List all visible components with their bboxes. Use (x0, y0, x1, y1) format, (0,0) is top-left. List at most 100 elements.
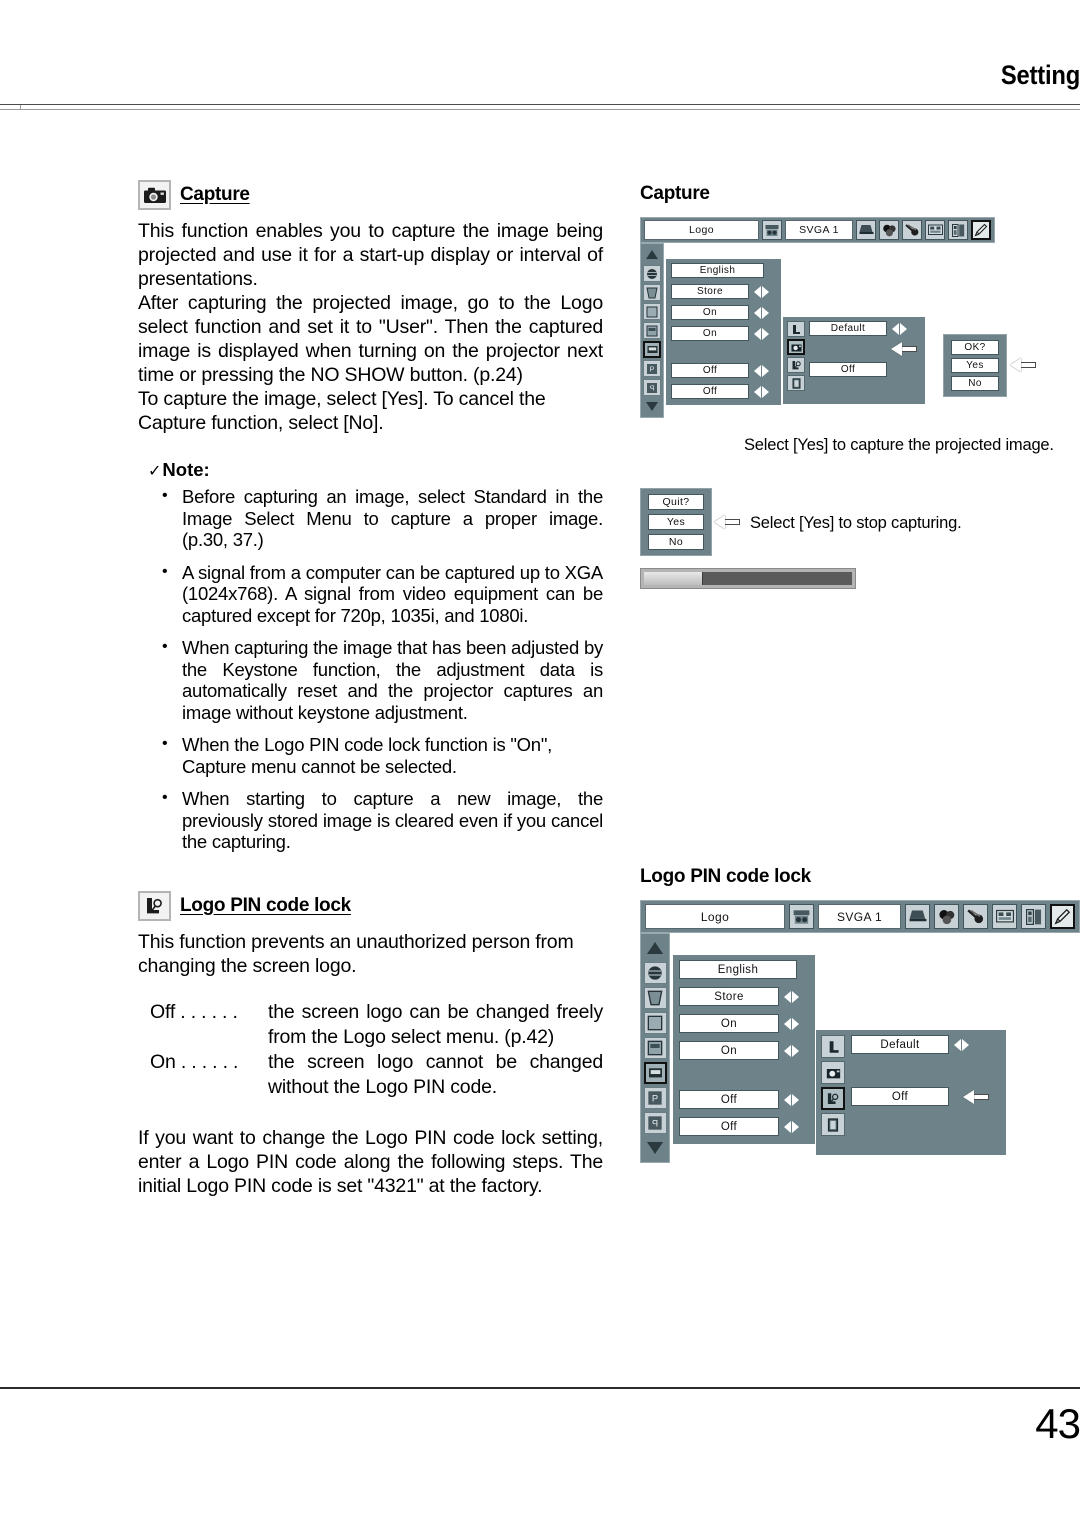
osd-row-value-language[interactable]: English (679, 960, 797, 979)
osd-sub-value-off[interactable]: Off (809, 362, 887, 377)
setting-pencil-icon[interactable] (971, 220, 991, 240)
keystone-icon[interactable] (643, 284, 661, 301)
color-adjust-icon[interactable] (879, 220, 899, 240)
quit-dialog-row: Quit? Yes No Select [Yes] to stop captur… (640, 488, 1070, 556)
page-header: Setting (0, 60, 1080, 110)
logo-icon[interactable] (643, 1062, 667, 1084)
quit-yes-button[interactable]: Yes (648, 514, 704, 530)
osd-row: On (671, 326, 776, 341)
osd-row-value-on-2[interactable]: On (679, 1041, 779, 1060)
osd-row: English (679, 960, 809, 979)
image-adjust-icon[interactable] (902, 220, 922, 240)
capture-camera-icon[interactable] (821, 1061, 845, 1084)
image-adjust-icon[interactable] (963, 904, 988, 929)
capture-caption-1: Select [Yes] to capture the projected im… (744, 436, 1054, 454)
sound-icon[interactable] (948, 220, 968, 240)
osd-row-value-off-1[interactable]: Off (671, 363, 749, 378)
color-adjust-icon[interactable] (934, 904, 959, 929)
osd-sub-value-default[interactable]: Default (809, 321, 887, 336)
left-right-arrows-icon[interactable] (784, 990, 799, 1003)
left-right-arrows-icon[interactable] (754, 364, 769, 377)
left-right-arrows-icon[interactable] (784, 1017, 799, 1030)
left-right-arrows-icon[interactable] (892, 322, 907, 335)
display-icon[interactable] (643, 1037, 667, 1059)
rear-icon[interactable]: P (643, 1112, 667, 1134)
osd-source-field[interactable]: SVGA 1 (785, 220, 853, 240)
osd-row-value-on-2[interactable]: On (671, 326, 749, 341)
logo-pin-code-icon[interactable] (787, 375, 805, 391)
osd-sub-value-default[interactable]: Default (851, 1035, 949, 1054)
logo-select-L-icon[interactable] (787, 321, 805, 337)
ceiling-icon[interactable]: P (643, 360, 661, 377)
capture-paragraph-1: This function enables you to capture the… (138, 220, 603, 290)
logo-pin-lock-icon[interactable] (821, 1087, 845, 1110)
osd-sub-row-empty (851, 1061, 1001, 1080)
quit-pointer-arrow-icon (714, 515, 740, 529)
computer-icon[interactable] (905, 904, 930, 929)
confirm-no-button[interactable]: No (951, 376, 999, 391)
left-right-arrows-icon[interactable] (754, 385, 769, 398)
left-right-arrows-icon[interactable] (754, 285, 769, 298)
logo-pin-code-icon[interactable] (821, 1113, 845, 1136)
scroll-down-icon[interactable] (643, 398, 661, 415)
osd-row-value-off-2[interactable]: Off (671, 384, 749, 399)
osd-menu-name-field[interactable]: Logo (645, 904, 785, 929)
osd-row-value-off-1[interactable]: Off (679, 1090, 779, 1109)
display-icon[interactable] (643, 322, 661, 339)
logo-pin-lock-icon[interactable] (787, 357, 805, 373)
capture-confirm-dialog: OK? Yes No (943, 334, 1007, 397)
rear-icon[interactable]: P (643, 379, 661, 396)
note-heading-label: Note: (162, 459, 210, 480)
computer-icon[interactable] (856, 220, 876, 240)
svg-text:P: P (650, 366, 655, 373)
osd-row-value-on-1[interactable]: On (679, 1014, 779, 1033)
quit-no-button[interactable]: No (648, 534, 704, 550)
left-right-arrows-icon[interactable] (784, 1093, 799, 1106)
right-figure-column: Capture Logo SVGA 1 P P English Store On… (640, 183, 1080, 1163)
logo-pin-lock-icon (138, 890, 171, 921)
logo-pin-figure-title: Logo PIN code lock (640, 866, 811, 887)
osd-row-value-language[interactable]: English (671, 263, 764, 278)
scroll-up-icon[interactable] (644, 937, 667, 959)
logo-select-L-icon[interactable] (821, 1035, 845, 1058)
capture-camera-icon[interactable] (787, 339, 805, 355)
logo-icon[interactable] (643, 341, 661, 358)
input-source-icon[interactable] (762, 220, 782, 240)
osd-menu-name-field[interactable]: Logo (644, 220, 759, 240)
left-right-arrows-icon[interactable] (784, 1044, 799, 1057)
input-source-icon[interactable] (789, 904, 814, 929)
ceiling-icon[interactable]: P (643, 1087, 667, 1109)
language-globe-icon[interactable] (643, 265, 661, 282)
blue-back-icon[interactable] (643, 303, 661, 320)
confirm-yes-button[interactable]: Yes (951, 358, 999, 373)
left-right-arrows-icon[interactable] (954, 1038, 969, 1051)
osd-main-panel: English Store On On Off Off (673, 955, 815, 1144)
screen-icon[interactable] (992, 904, 1017, 929)
definition-description: the screen logo can be changed freely fr… (268, 1000, 603, 1048)
left-right-arrows-icon[interactable] (754, 306, 769, 319)
capture-figure-title: Capture (640, 183, 710, 204)
definition-row-off: Off . . . . . . the screen logo can be c… (150, 1000, 603, 1050)
definition-description: the screen logo cannot be changed withou… (268, 1050, 603, 1098)
scroll-up-icon[interactable] (643, 246, 661, 263)
osd-sub-value-off[interactable]: Off (851, 1087, 949, 1106)
osd-row-value-store[interactable]: Store (679, 987, 779, 1006)
language-globe-icon[interactable] (643, 962, 667, 984)
sound-icon[interactable] (1021, 904, 1046, 929)
left-right-arrows-icon[interactable] (784, 1120, 799, 1133)
scroll-down-icon[interactable] (644, 1137, 667, 1159)
osd-source-field[interactable]: SVGA 1 (818, 904, 901, 929)
screen-icon[interactable] (925, 220, 945, 240)
osd-row-value-off-2[interactable]: Off (679, 1117, 779, 1136)
svg-text:P: P (652, 1118, 658, 1128)
page-footer: 43 (0, 1364, 1080, 1514)
osd-sub-row-pointer (809, 341, 921, 357)
setting-pencil-icon[interactable] (1050, 904, 1075, 929)
osd-row-value-store[interactable]: Store (671, 284, 749, 299)
page-number: 43 (1035, 1400, 1080, 1447)
osd-row: Store (679, 987, 809, 1006)
blue-back-icon[interactable] (643, 1012, 667, 1034)
left-right-arrows-icon[interactable] (754, 327, 769, 340)
keystone-icon[interactable] (643, 987, 667, 1009)
osd-row-value-on-1[interactable]: On (671, 305, 749, 320)
